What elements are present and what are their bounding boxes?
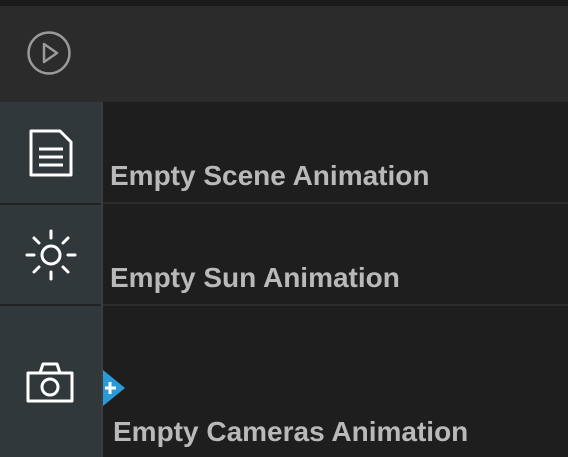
animation-tracks: Empty Scene Animation Empty Sun Animatio… [103, 102, 568, 457]
document-icon [29, 129, 72, 176]
animation-header [0, 6, 568, 102]
track-scene[interactable]: Empty Scene Animation [103, 102, 568, 204]
sidebar-item-scene[interactable] [0, 102, 101, 205]
camera-icon [26, 362, 73, 402]
sidebar-item-sun[interactable] [0, 205, 101, 306]
sidebar [0, 102, 103, 457]
track-label-sun: Empty Sun Animation [110, 262, 400, 293]
sun-icon [25, 229, 76, 280]
add-keyframe-icon[interactable] [103, 370, 125, 406]
track-cameras[interactable]: Empty Cameras Animation [103, 306, 568, 457]
sidebar-item-cameras[interactable] [0, 306, 101, 457]
track-label-cameras: Empty Cameras Animation [113, 416, 469, 447]
track-sun[interactable]: Empty Sun Animation [103, 204, 568, 306]
play-circle-icon[interactable] [26, 30, 72, 76]
track-label-scene: Empty Scene Animation [110, 160, 430, 191]
